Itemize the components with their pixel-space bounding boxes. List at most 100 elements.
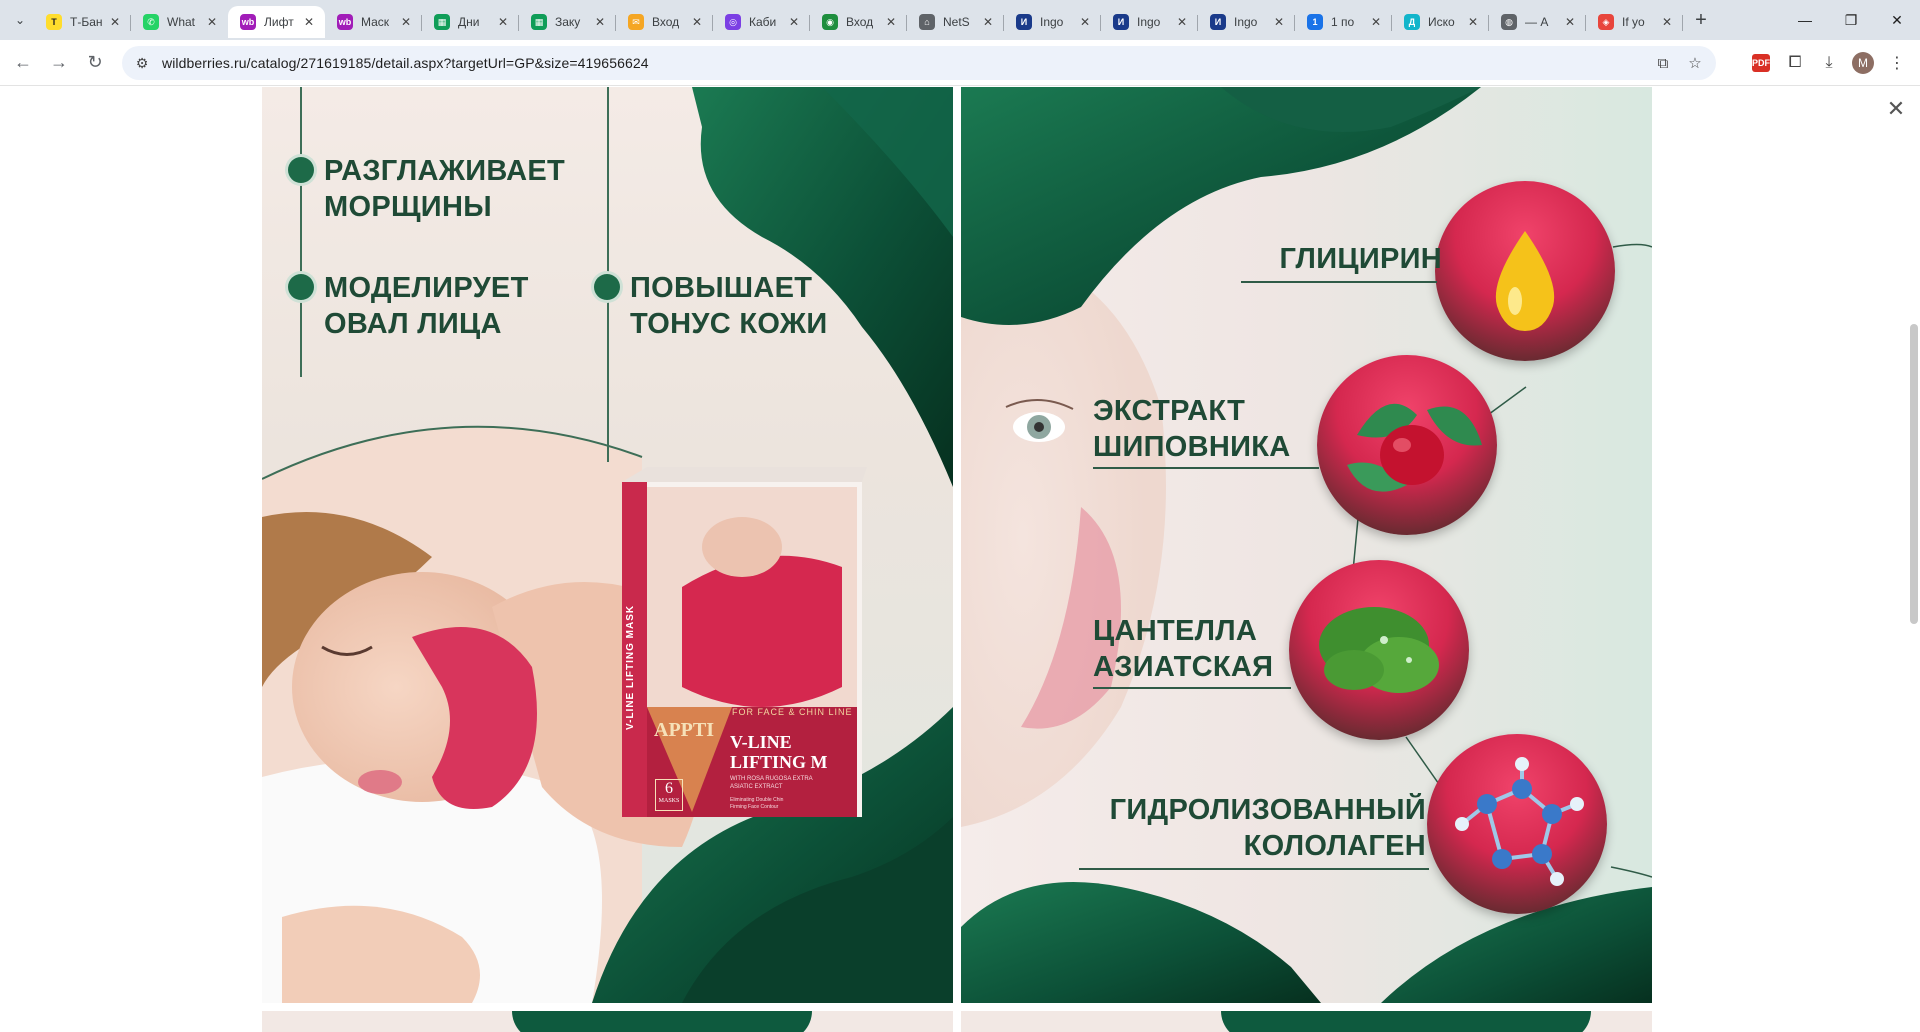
browser-tab[interactable]: ◍ — А ✕	[1489, 6, 1586, 38]
bookmark-star-icon[interactable]: ☆	[1682, 50, 1708, 76]
tab-close-icon[interactable]: ✕	[883, 14, 899, 30]
restore-icon[interactable]: ❐	[1828, 0, 1874, 40]
tab-close-icon[interactable]: ✕	[495, 14, 511, 30]
ingredient-2-underline	[1093, 467, 1319, 469]
ingredient-1-text: ГЛИЦИРИН	[1279, 243, 1442, 275]
next-product-image-right[interactable]	[961, 1011, 1652, 1032]
tab-title: Ingo	[1040, 15, 1064, 29]
browser-tab[interactable]: ◉ Вход ✕	[810, 6, 907, 38]
tab-title: Заку	[555, 15, 581, 29]
tab-close-icon[interactable]: ✕	[980, 14, 996, 30]
browser-tab[interactable]: ◎ Каби ✕	[713, 6, 810, 38]
profile-avatar[interactable]: M	[1846, 46, 1880, 80]
close-viewer-icon[interactable]: ✕	[1884, 96, 1908, 121]
browser-tab[interactable]: И Ingo ✕	[1101, 6, 1198, 38]
box-vertical-label: V-LINE LIFTING MASK	[625, 604, 636, 730]
feature-bullet-3	[594, 274, 620, 300]
tab-close-icon[interactable]: ✕	[1562, 14, 1578, 30]
tab-close-icon[interactable]: ✕	[1271, 14, 1287, 30]
close-window-icon[interactable]: ✕	[1874, 0, 1920, 40]
product-image-ingredients[interactable]: ГЛИЦИРИН ЭКСТРАКТ ШИПОВНИКА ЦАНТЕЛЛА АЗИАТ…	[961, 87, 1652, 1003]
ingo-icon: И	[1113, 14, 1129, 30]
oil-drop-icon	[1495, 231, 1555, 331]
feature-bullet-2	[288, 274, 314, 300]
pdf-extension-icon[interactable]: PDF	[1744, 46, 1778, 80]
ingredient-1-underline	[1241, 281, 1437, 283]
scrollbar-thumb[interactable]	[1910, 324, 1918, 624]
next-product-image-left[interactable]	[262, 1011, 953, 1032]
kebab-menu-icon[interactable]: ⋮	[1880, 46, 1914, 80]
centella-leaf-icon	[1319, 607, 1439, 693]
tab-title: Лифт	[264, 15, 294, 29]
tab-title: What	[167, 15, 196, 29]
feature-bullet-1	[288, 157, 314, 183]
browser-tab[interactable]: ⌂ NetS ✕	[907, 6, 1004, 38]
back-arrow-icon[interactable]: ←	[6, 46, 40, 80]
address-bar[interactable]: ⚙ wildberries.ru/catalog/271619185/detai…	[122, 46, 1716, 80]
browser-tab[interactable]: И Ingo ✕	[1004, 6, 1101, 38]
browser-tab[interactable]: wb Лифт ✕	[228, 6, 325, 38]
tab-title: Т-Бан	[70, 15, 103, 29]
download-icon[interactable]: ⤓	[1812, 46, 1846, 80]
wildberries-icon: wb	[337, 14, 353, 30]
browser-tab[interactable]: И Ingo ✕	[1198, 6, 1295, 38]
timeline-line-1	[300, 87, 302, 377]
tab-search-chevron-icon[interactable]: ⌄	[6, 6, 34, 34]
ingredient-3-text: ЦАНТЕЛЛА АЗИАТСКАЯ	[1093, 615, 1274, 683]
tab-close-icon[interactable]: ✕	[398, 14, 414, 30]
rosehip-berry-icon	[1347, 403, 1482, 492]
site-info-icon[interactable]: ⚙	[128, 49, 156, 77]
browser-tab[interactable]: wb Маск ✕	[325, 6, 422, 38]
tab-title: Вход	[846, 15, 874, 29]
window-controls: — ❐ ✕	[1782, 0, 1920, 40]
tab-title: NetS	[943, 15, 970, 29]
browser-tab[interactable]: ▦ Заку ✕	[519, 6, 616, 38]
tab-close-icon[interactable]: ✕	[1465, 14, 1481, 30]
tab-close-icon[interactable]: ✕	[204, 14, 220, 30]
box-tagline: FOR FACE & CHIN LINE	[732, 707, 853, 717]
molecule-icon	[1455, 757, 1584, 886]
tab-close-icon[interactable]: ✕	[592, 14, 608, 30]
product-image-viewer: РАЗГЛАЖИВАЕТ МОРЩИНЫ МОДЕЛИРУЕТ ОВАЛ ЛИЦА …	[0, 87, 1920, 1032]
tab-close-icon[interactable]: ✕	[786, 14, 802, 30]
browser-tab[interactable]: ▦ Дни ✕	[422, 6, 519, 38]
tab-close-icon[interactable]: ✕	[689, 14, 705, 30]
tab-strip: ⌄ Т Т-Бан ✕ ✆ What ✕ wb Лифт ✕ wb Маск ✕ ▦ Дни ✕ ▦ Заку ✕…	[0, 0, 1920, 40]
tab-separator	[1682, 15, 1683, 31]
rosehip-circle	[1317, 355, 1497, 535]
minimize-icon[interactable]: —	[1782, 0, 1828, 40]
tab-close-icon[interactable]: ✕	[1659, 14, 1675, 30]
feature-3-text: ПОВЫШАЕТ ТОНУС КОЖИ	[630, 272, 828, 340]
extensions-puzzle-icon[interactable]: ⧠	[1778, 46, 1812, 80]
browser-tab[interactable]: Д Иско ✕	[1392, 6, 1489, 38]
product-image-features[interactable]: РАЗГЛАЖИВАЕТ МОРЩИНЫ МОДЕЛИРУЕТ ОВАЛ ЛИЦА …	[262, 87, 953, 1003]
sheets-icon: ▦	[531, 14, 547, 30]
feature-2-text: МОДЕЛИРУЕТ ОВАЛ ЛИЦА	[324, 272, 529, 340]
browser-toolbar: ← → ↻ ⚙ wildberries.ru/catalog/271619185…	[0, 40, 1920, 86]
url-text[interactable]: wildberries.ru/catalog/271619185/detail.…	[162, 55, 649, 71]
browser-tab[interactable]: ✆ What ✕	[131, 6, 228, 38]
tab-close-icon[interactable]: ✕	[1174, 14, 1190, 30]
browser-tab[interactable]: ✉ Вход ✕	[616, 6, 713, 38]
cabinet-icon: ◎	[725, 14, 741, 30]
browser-tab[interactable]: ◈ If yo ✕	[1586, 6, 1683, 38]
tab-title: If yo	[1622, 15, 1645, 29]
forward-arrow-icon[interactable]: →	[42, 46, 76, 80]
tab-close-icon[interactable]: ✕	[1368, 14, 1384, 30]
install-app-icon[interactable]: ⧉	[1650, 50, 1676, 76]
new-tab-button[interactable]: +	[1687, 6, 1715, 34]
tab-title: Каби	[749, 15, 777, 29]
tab-close-icon[interactable]: ✕	[1077, 14, 1093, 30]
browser-tab[interactable]: 1 1 по ✕	[1295, 6, 1392, 38]
tab-title: 1 по	[1331, 15, 1355, 29]
tab-title: Дни	[458, 15, 480, 29]
reload-icon[interactable]: ↻	[78, 46, 112, 80]
tab-title: Иско	[1428, 15, 1455, 29]
mail-icon: ✉	[628, 14, 644, 30]
tab-title: Маск	[361, 15, 390, 29]
ingo-icon: И	[1210, 14, 1226, 30]
tab-title: Ingo	[1234, 15, 1258, 29]
tab-close-icon[interactable]: ✕	[301, 14, 317, 30]
browser-tab[interactable]: Т Т-Бан ✕	[34, 6, 131, 38]
tab-close-icon[interactable]: ✕	[107, 14, 123, 30]
